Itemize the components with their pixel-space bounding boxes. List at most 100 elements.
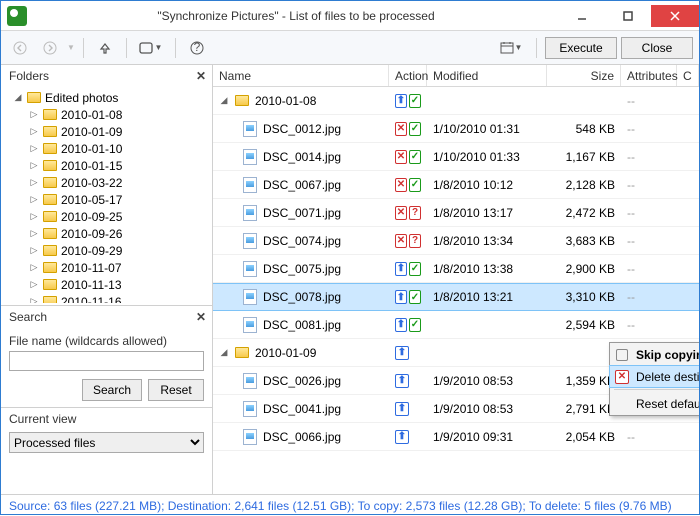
question-icon: ? xyxy=(409,206,421,220)
filename-input[interactable] xyxy=(9,351,204,371)
folder-icon xyxy=(43,296,57,303)
folder-icon xyxy=(235,347,249,358)
skip-icon xyxy=(614,347,630,363)
check-icon: ✓ xyxy=(409,290,421,304)
x-icon: ✕ xyxy=(395,122,407,136)
execute-button[interactable]: Execute xyxy=(545,37,617,59)
col-action[interactable]: Action xyxy=(389,65,427,86)
x-icon: ✕ xyxy=(395,234,407,248)
help-button[interactable]: ? xyxy=(184,36,210,60)
file-list: Name Action Modified Size Attributes C ◢… xyxy=(213,65,699,494)
file-icon xyxy=(243,401,257,417)
check-icon: ✓ xyxy=(409,122,421,136)
question-icon: ? xyxy=(409,234,421,248)
ctx-separator xyxy=(614,389,699,390)
calendar-button[interactable]: ▼ xyxy=(494,36,528,60)
tree-item[interactable]: ▷2010-09-25 xyxy=(5,208,212,225)
tree-item[interactable]: ▷2010-01-09 xyxy=(5,123,212,140)
titlebar: "Synchronize Pictures" - List of files t… xyxy=(1,1,699,31)
tree-item[interactable]: ▷2010-01-10 xyxy=(5,140,212,157)
search-button[interactable]: Search xyxy=(82,379,142,401)
tree-item[interactable]: ▷2010-11-16 xyxy=(5,293,212,303)
close-button[interactable]: Close xyxy=(621,37,693,59)
file-row[interactable]: DSC_0075.jpg⬆✓1/8/2010 13:382,900 KB-- xyxy=(213,255,699,283)
tree-item[interactable]: ▷2010-01-15 xyxy=(5,157,212,174)
x-icon: ✕ xyxy=(395,206,407,220)
file-row[interactable]: DSC_0074.jpg✕?1/8/2010 13:343,683 KB-- xyxy=(213,227,699,255)
ctx-reset-action[interactable]: Reset default action xyxy=(610,392,699,415)
grid-header: Name Action Modified Size Attributes C xyxy=(213,65,699,87)
folders-title: Folders xyxy=(9,69,49,83)
tree-item[interactable]: ▷2010-01-08 xyxy=(5,106,212,123)
col-size[interactable]: Size xyxy=(547,65,621,86)
maximize-button[interactable] xyxy=(605,5,651,27)
folder-tree[interactable]: ◢Edited photos▷2010-01-08▷2010-01-09▷201… xyxy=(1,87,212,305)
status-bar: Source: 63 files (227.21 MB); Destinatio… xyxy=(1,494,699,516)
arrow-up-icon: ⬆ xyxy=(395,290,407,304)
file-row[interactable]: DSC_0071.jpg✕?1/8/2010 13:172,472 KB-- xyxy=(213,199,699,227)
arrow-up-icon: ⬆ xyxy=(395,374,409,388)
view-title: Current view xyxy=(9,412,76,426)
folder-icon xyxy=(43,245,57,256)
up-button[interactable] xyxy=(92,36,118,60)
ctx-skip-copying[interactable]: Skip copying xyxy=(610,343,699,366)
app-icon xyxy=(7,6,27,26)
view-header: Current view xyxy=(9,408,204,430)
check-icon: ✓ xyxy=(409,178,421,192)
file-icon xyxy=(243,429,257,445)
file-icon xyxy=(243,233,257,249)
check-icon: ✓ xyxy=(409,262,421,276)
context-menu: Skip copying ✕ Delete destination Reset … xyxy=(609,342,699,416)
search-header: Search ✕ xyxy=(1,306,212,328)
col-c[interactable]: C xyxy=(677,65,699,86)
minimize-button[interactable] xyxy=(559,5,605,27)
x-icon: ✕ xyxy=(395,150,407,164)
folder-icon xyxy=(43,194,57,205)
svg-text:?: ? xyxy=(194,41,201,54)
layout-button[interactable]: ▼ xyxy=(135,36,167,60)
file-row[interactable]: DSC_0066.jpg⬆1/9/2010 09:312,054 KB-- xyxy=(213,423,699,451)
folder-icon xyxy=(43,211,57,222)
folder-icon xyxy=(43,143,57,154)
view-select[interactable]: Processed files xyxy=(9,432,204,453)
file-row[interactable]: DSC_0081.jpg⬆✓2,594 KB-- xyxy=(213,311,699,339)
file-row[interactable]: DSC_0078.jpg⬆✓1/8/2010 13:213,310 KB-- xyxy=(213,283,699,311)
forward-button[interactable] xyxy=(37,36,63,60)
col-name[interactable]: Name xyxy=(213,65,389,86)
back-button[interactable] xyxy=(7,36,33,60)
file-row[interactable]: DSC_0012.jpg✕✓1/10/2010 01:31548 KB-- xyxy=(213,115,699,143)
tree-item[interactable]: ▷2010-11-13 xyxy=(5,276,212,293)
window-title: "Synchronize Pictures" - List of files t… xyxy=(33,9,559,23)
file-row[interactable]: DSC_0014.jpg✕✓1/10/2010 01:331,167 KB-- xyxy=(213,143,699,171)
folder-icon xyxy=(43,160,57,171)
tree-item[interactable]: ▷2010-05-17 xyxy=(5,191,212,208)
filename-label: File name (wildcards allowed) xyxy=(9,334,204,348)
col-attributes[interactable]: Attributes xyxy=(621,65,677,86)
toolbar: ▼ ▼ ? ▼ Execute Close xyxy=(1,31,699,65)
file-icon xyxy=(243,149,257,165)
close-window-button[interactable] xyxy=(651,5,699,27)
tree-item[interactable]: ▷2010-11-07 xyxy=(5,259,212,276)
tree-root[interactable]: ◢Edited photos xyxy=(5,89,212,106)
folder-icon xyxy=(43,126,57,137)
arrow-up-icon: ⬆ xyxy=(395,318,407,332)
folder-icon xyxy=(43,228,57,239)
arrow-up-icon: ⬆ xyxy=(395,94,407,108)
file-icon xyxy=(243,121,257,137)
folders-close-icon[interactable]: ✕ xyxy=(196,69,206,83)
file-row[interactable]: DSC_0067.jpg✕✓1/8/2010 10:122,128 KB-- xyxy=(213,171,699,199)
folder-icon xyxy=(235,95,249,106)
col-modified[interactable]: Modified xyxy=(427,65,547,86)
tree-item[interactable]: ▷2010-03-22 xyxy=(5,174,212,191)
ctx-delete-destination[interactable]: ✕ Delete destination xyxy=(609,365,699,388)
tree-item[interactable]: ▷2010-09-26 xyxy=(5,225,212,242)
check-icon: ✓ xyxy=(409,94,421,108)
file-icon xyxy=(243,373,257,389)
folder-icon xyxy=(43,262,57,273)
search-close-icon[interactable]: ✕ xyxy=(196,310,206,324)
left-pane: Folders ✕ ◢Edited photos▷2010-01-08▷2010… xyxy=(1,65,213,494)
tree-item[interactable]: ▷2010-09-29 xyxy=(5,242,212,259)
folder-icon xyxy=(43,177,57,188)
reset-button[interactable]: Reset xyxy=(148,379,204,401)
group-row[interactable]: ◢2010-01-08⬆✓-- xyxy=(213,87,699,115)
